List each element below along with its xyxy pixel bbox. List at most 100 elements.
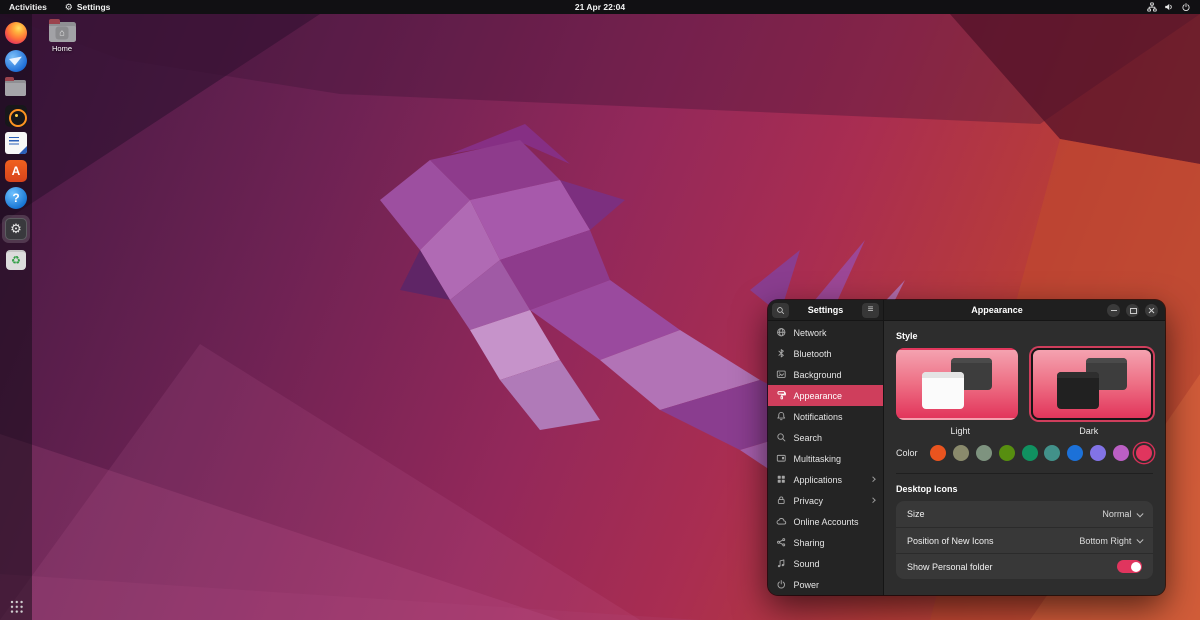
volume-icon (1164, 2, 1174, 12)
color-swatch-prussian-green[interactable] (1044, 445, 1061, 461)
color-swatch-viridian[interactable] (1021, 445, 1038, 461)
color-swatch-magenta[interactable] (1113, 445, 1129, 461)
sidebar-item-label: Search (793, 432, 823, 443)
desktop-icons-settings-card: Size Normal Position of New Icons Bottom… (896, 501, 1153, 579)
size-row: Size Normal (896, 501, 1153, 527)
sidebar-item-search[interactable]: Search (768, 427, 883, 448)
sidebar-item-background[interactable]: Background (768, 364, 883, 385)
sidebar-item-power[interactable]: Power (768, 574, 883, 595)
sidebar-item-notifications[interactable]: Notifications (768, 406, 883, 427)
sidebar-item-appearance[interactable]: Appearance (768, 385, 883, 406)
page-title: Appearance (971, 305, 1023, 315)
window-controls (1107, 303, 1158, 317)
notifications-icon (776, 411, 787, 422)
privacy-icon (776, 495, 787, 506)
search-icon (776, 306, 785, 315)
color-swatch-purple[interactable] (1090, 445, 1107, 461)
top-bar: Activities ⚙ Settings 21 Apr 22:04 (0, 0, 1200, 14)
sidebar-item-sharing[interactable]: Sharing (768, 532, 883, 553)
desktop-icons-heading: Desktop Icons (896, 484, 958, 494)
position-of-new-icons-row: Position of New Icons Bottom Right (896, 527, 1153, 553)
thunderbird-icon (5, 49, 27, 72)
sidebar-item-label: Appearance (793, 390, 843, 401)
folder-icon (48, 19, 76, 42)
search-button[interactable] (772, 302, 789, 318)
size-value: Normal (1102, 509, 1132, 519)
show-personal-folder-label: Show Personal folder (907, 561, 993, 572)
sidebar-item-label: Bluetooth (793, 348, 832, 359)
power-icon (776, 579, 787, 590)
help-icon (5, 187, 27, 209)
color-swatch-blue[interactable] (1067, 445, 1084, 461)
minimize-button[interactable] (1107, 303, 1120, 317)
dock-item-firefox[interactable] (5, 22, 27, 44)
dock (0, 14, 32, 620)
color-swatch-bark[interactable] (952, 445, 969, 461)
sidebar-item-bluetooth[interactable]: Bluetooth (768, 343, 883, 364)
ubuntu-software-icon (5, 159, 27, 182)
maximize-button[interactable] (1126, 303, 1139, 317)
online-accounts-icon (776, 516, 787, 527)
dock-item-libreoffice-writer[interactable] (5, 132, 27, 154)
sidebar-item-online-accounts[interactable]: Online Accounts (768, 511, 883, 532)
network-icon (1147, 2, 1157, 12)
app-menu-button[interactable]: ⚙ Settings (56, 0, 120, 14)
color-swatch-sage[interactable] (975, 445, 992, 461)
sidebar-item-label: Privacy (793, 495, 824, 506)
sidebar-item-network[interactable]: Network (768, 322, 883, 343)
home-folder-label: Home (51, 44, 72, 53)
clock-button[interactable]: 21 Apr 22:04 (575, 0, 625, 14)
chevron-down-icon (1137, 510, 1144, 517)
chevron-down-icon (1137, 536, 1144, 544)
position-dropdown[interactable]: Bottom Right (1079, 535, 1144, 546)
libreoffice-writer-icon (5, 132, 27, 154)
dock-item-thunderbird[interactable] (5, 49, 27, 72)
show-personal-folder-row: Show Personal folder (896, 553, 1153, 579)
dock-item-settings[interactable] (2, 214, 30, 243)
sidebar-item-label: Sharing (793, 537, 825, 548)
sidebar-item-privacy[interactable]: Privacy (768, 490, 883, 511)
sidebar-item-label: Notifications (793, 411, 843, 422)
system-status-menu[interactable] (1138, 0, 1200, 14)
dock-item-help[interactable] (5, 187, 27, 209)
accent-color-swatches (930, 445, 1153, 461)
content-headerbar: Appearance (884, 300, 1165, 321)
style-options (896, 348, 1153, 420)
style-option-dark[interactable] (1031, 348, 1153, 420)
activities-button[interactable]: Activities (0, 0, 56, 14)
bluetooth-icon (776, 348, 787, 359)
sidebar-item-multitasking[interactable]: Multitasking (768, 448, 883, 469)
position-value: Bottom Right (1079, 535, 1132, 546)
background-icon (776, 369, 787, 380)
files-icon (5, 77, 26, 96)
gear-icon: ⚙ (64, 1, 73, 12)
style-label-dark: Dark (1079, 426, 1099, 436)
window-sidebar-title: Settings (807, 305, 844, 315)
sidebar-item-label: Online Accounts (793, 516, 859, 527)
dock-item-trash[interactable] (5, 249, 27, 271)
style-option-light[interactable] (896, 348, 1018, 420)
sidebar-item-label: Sound (793, 558, 820, 569)
show-applications-button[interactable] (9, 599, 23, 613)
chevron-right-icon (869, 497, 876, 504)
primary-menu-button[interactable]: ≡ (862, 302, 879, 318)
appearance-panel: Style Light Dark Color Desktop Icons Siz… (884, 321, 1165, 595)
color-swatch-orange[interactable] (930, 445, 946, 461)
dock-item-rhythmbox[interactable] (5, 104, 27, 127)
dock-item-ubuntu-software[interactable] (5, 159, 27, 182)
style-heading: Style (896, 331, 918, 341)
settings-gear-icon (5, 217, 27, 240)
size-dropdown[interactable]: Normal (1102, 509, 1144, 519)
close-button[interactable] (1145, 303, 1158, 317)
color-swatch-red[interactable] (1135, 445, 1152, 461)
size-label: Size (907, 509, 925, 519)
home-icon (55, 26, 69, 40)
sidebar-item-applications[interactable]: Applications (768, 469, 883, 490)
sidebar-item-label: Background (793, 369, 842, 380)
sidebar-item-sound[interactable]: Sound (768, 553, 883, 574)
show-personal-folder-toggle[interactable] (1117, 560, 1142, 573)
home-folder-desktop-icon[interactable]: Home (44, 19, 80, 53)
dock-item-files[interactable] (5, 77, 27, 99)
applications-icon (776, 474, 787, 485)
color-swatch-olive[interactable] (998, 445, 1015, 461)
